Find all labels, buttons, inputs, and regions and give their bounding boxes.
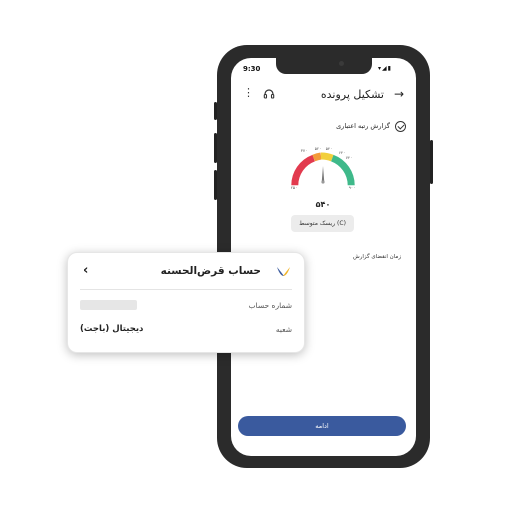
status-icons: ▾◢▮ (378, 65, 392, 72)
chevron-left-icon[interactable]: ‹ (83, 263, 88, 278)
gauge-tick-520: ۵۲۰ (315, 146, 321, 151)
volume-down-button (214, 170, 217, 200)
gauge-needle (321, 166, 325, 181)
gauge-tick-900: ۹۰۰ (349, 185, 355, 190)
account-card[interactable]: ‹ حساب قرض‌الحسنه شماره حساب شعبه دیجیتا… (67, 252, 305, 353)
gauge-tick-640: ۶۴۰ (339, 150, 345, 155)
branch-value: دیجیتال (باجت) (80, 324, 144, 334)
phone-notch (276, 58, 372, 74)
gauge-segment-yellow (320, 152, 334, 162)
credit-report-row[interactable]: گزارش رتبه اعتباری (300, 121, 406, 133)
check-circle-icon (395, 121, 406, 132)
headset-icon[interactable] (263, 88, 275, 100)
arrow-right-icon[interactable]: → (394, 87, 404, 101)
gauge-tick-540: ۵۴۰ (326, 146, 332, 151)
power-button (430, 140, 433, 184)
credit-score-gauge: ۲۵۰ ۳۷۰ ۵۲۰ ۵۴۰ ۶۴۰ ۷۴۰ ۹۰۰ (291, 146, 355, 190)
bank-logo-icon (277, 267, 290, 276)
continue-button-label: ادامه (315, 422, 329, 430)
status-time: 9:30 (243, 65, 261, 73)
account-card-title: حساب قرض‌الحسنه (160, 265, 261, 277)
gauge-segment-red (291, 154, 316, 186)
credit-report-label: گزارش رتبه اعتباری (336, 122, 390, 130)
camera (339, 61, 344, 66)
report-expiry-label: زمان انقضای گزارش (353, 254, 401, 260)
continue-button[interactable]: ادامه (238, 416, 406, 436)
more-vertical-icon[interactable]: ⋮ (243, 87, 254, 98)
mute-button (214, 102, 217, 120)
gauge-tick-250: ۲۵۰ (291, 185, 297, 190)
risk-badge-label: ریسک متوسط (C) (299, 220, 346, 227)
credit-score-value: ۵۴۰ (315, 200, 331, 209)
gauge-tick-370: ۳۷۰ (301, 148, 307, 153)
account-number-label: شماره حساب (248, 301, 292, 310)
gauge-tick-740: ۷۴۰ (346, 155, 352, 160)
account-number-placeholder (80, 300, 137, 310)
card-divider (80, 289, 292, 290)
page-title: تشکیل پرونده (320, 88, 384, 101)
risk-badge: ریسک متوسط (C) (291, 215, 354, 232)
gauge-segment-green (330, 154, 355, 186)
gauge-segment-orange (312, 152, 322, 162)
volume-up-button (214, 133, 217, 163)
branch-label: شعبه (275, 325, 292, 334)
